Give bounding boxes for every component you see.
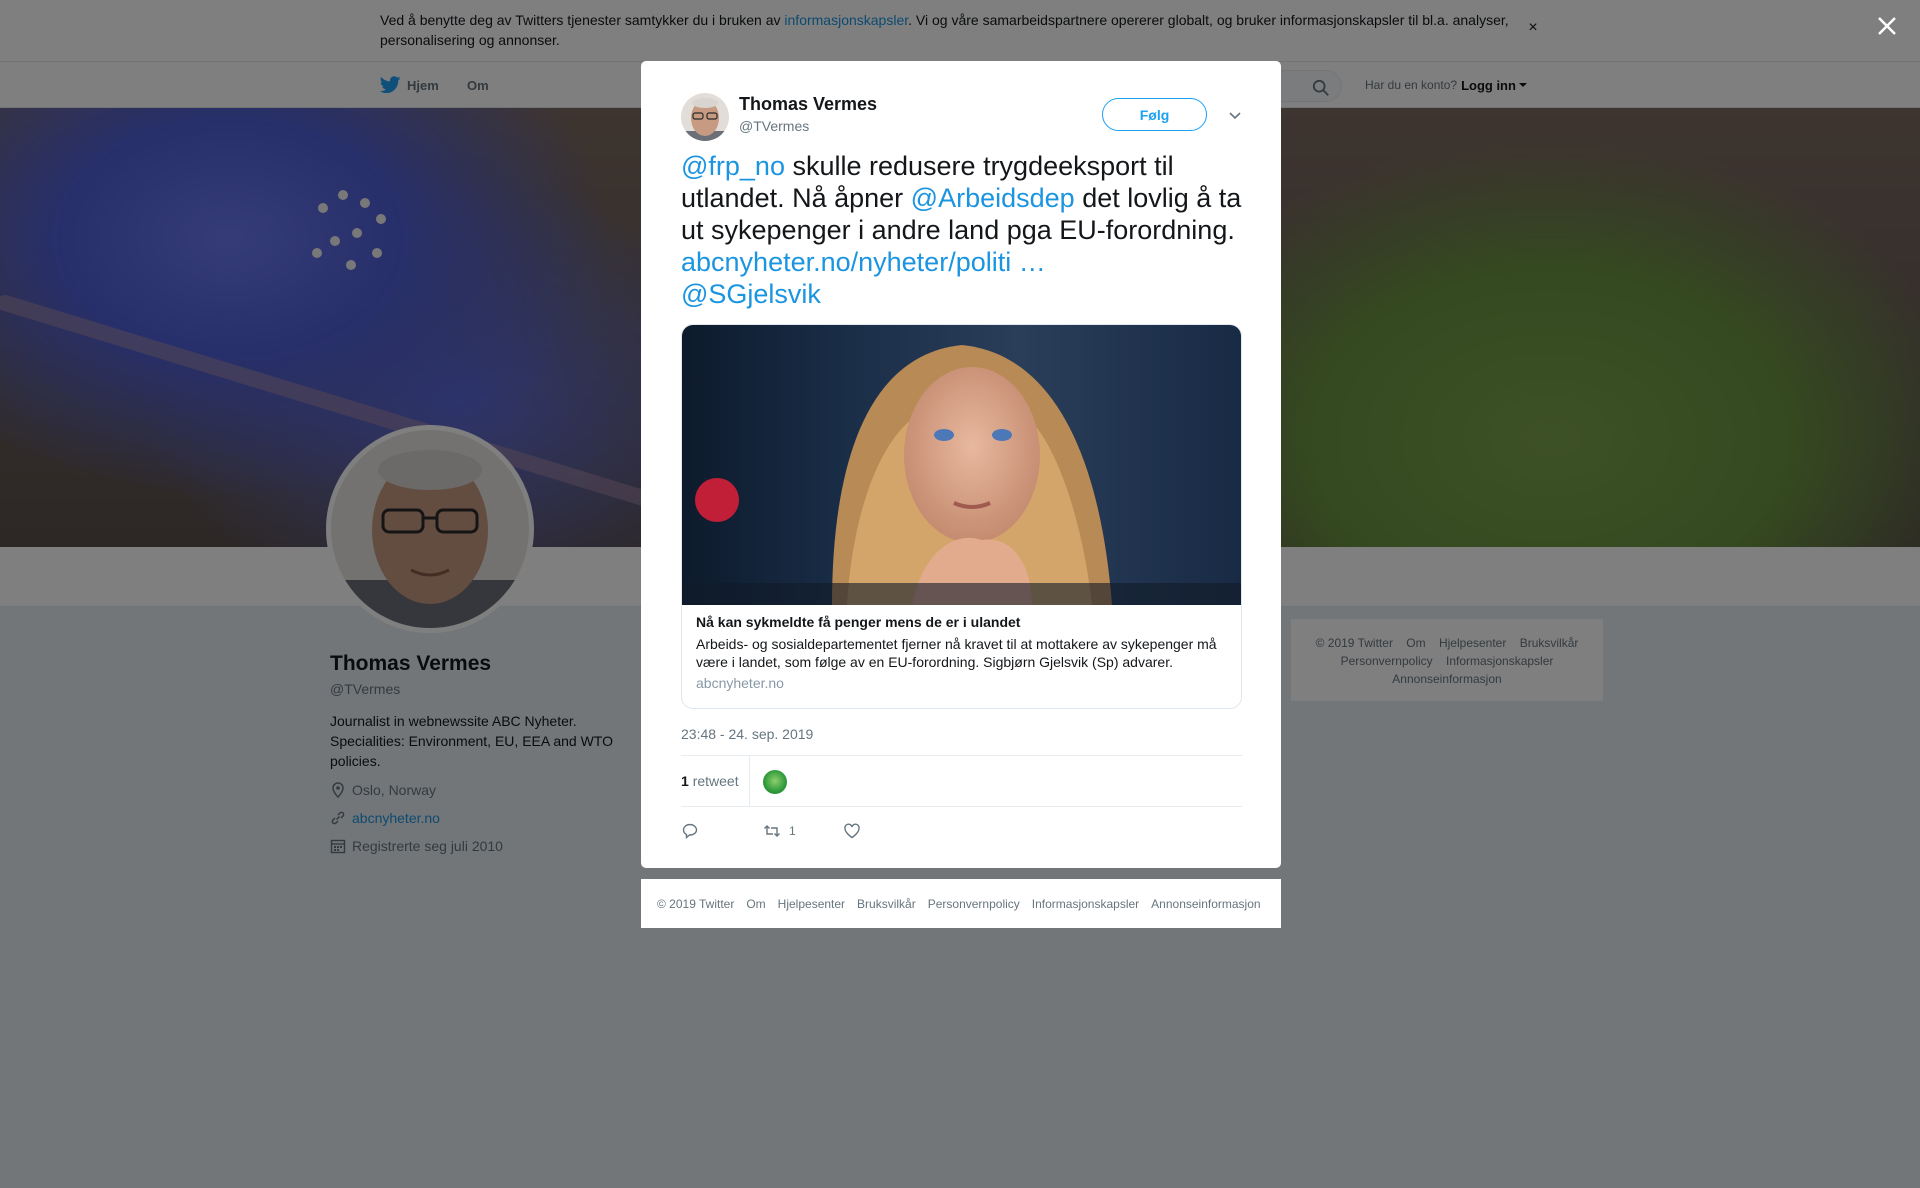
follow-button[interactable]: Følg (1102, 98, 1207, 131)
tweet-author-avatar[interactable] (681, 93, 729, 141)
modal-footer-help[interactable]: Hjelpesenter (778, 897, 845, 911)
tweet-timestamp[interactable]: 23:48 - 24. sep. 2019 (681, 726, 813, 742)
card-domain: abcnyheter.no (696, 675, 784, 691)
card-description: Arbeids- og sosialdepartementet fjerner … (696, 636, 1217, 670)
tweet-text: @frp_no skulle redusere trygdeeksport ti… (681, 150, 1246, 310)
retweet-stat[interactable]: 1 retweet (681, 773, 739, 789)
like-button[interactable] (843, 820, 861, 842)
tweet-url-link[interactable]: abcnyheter.no/nyheter/politi (681, 247, 1011, 277)
reply-button[interactable] (681, 820, 699, 842)
retweet-action-count: 1 (789, 824, 796, 838)
retweet-stat-count: 1 (681, 773, 689, 789)
tweet-modal: Thomas Vermes @TVermes Følg @frp_no skul… (641, 61, 1281, 868)
card-title: Nå kan sykmeldte få penger mens de er i … (696, 614, 1021, 630)
modal-footer: © 2019 Twitter Om Hjelpesenter Bruksvilk… (641, 879, 1281, 928)
chevron-down-icon[interactable] (1226, 106, 1244, 124)
mention-link[interactable]: @frp_no (681, 151, 785, 181)
modal-footer-terms[interactable]: Bruksvilkår (857, 897, 916, 911)
retweet-button[interactable]: 1 (763, 820, 796, 842)
modal-footer-cookies[interactable]: Informasjonskapsler (1032, 897, 1139, 911)
link-preview-card[interactable]: Nå kan sykmeldte få penger mens de er i … (681, 324, 1242, 709)
mention-link[interactable]: @SGjelsvik (681, 279, 821, 309)
card-image (682, 325, 1241, 605)
close-icon[interactable] (1873, 12, 1901, 40)
modal-footer-about[interactable]: Om (746, 897, 765, 911)
retweet-stat-label: retweet (692, 773, 739, 789)
heart-icon (844, 823, 860, 839)
card-photo (682, 345, 1241, 605)
tweet-url-ellipsis[interactable]: … (1019, 247, 1046, 277)
modal-footer-ads[interactable]: Annonseinformasjon (1151, 897, 1260, 911)
retweet-icon (764, 825, 780, 837)
modal-footer-privacy[interactable]: Personvernpolicy (928, 897, 1020, 911)
mention-link[interactable]: @Arbeidsdep (911, 183, 1075, 213)
avatar-photo (681, 93, 729, 141)
modal-footer-copyright: © 2019 Twitter (657, 896, 735, 911)
tweet-actions: 1 (681, 816, 981, 846)
tweet-author-name[interactable]: Thomas Vermes (739, 94, 877, 115)
tweet-author-handle[interactable]: @TVermes (739, 118, 809, 134)
retweeter-avatar[interactable] (763, 770, 787, 794)
reply-icon (682, 823, 698, 839)
tweet-stats: 1 retweet (681, 755, 1242, 807)
stats-divider (749, 756, 750, 806)
